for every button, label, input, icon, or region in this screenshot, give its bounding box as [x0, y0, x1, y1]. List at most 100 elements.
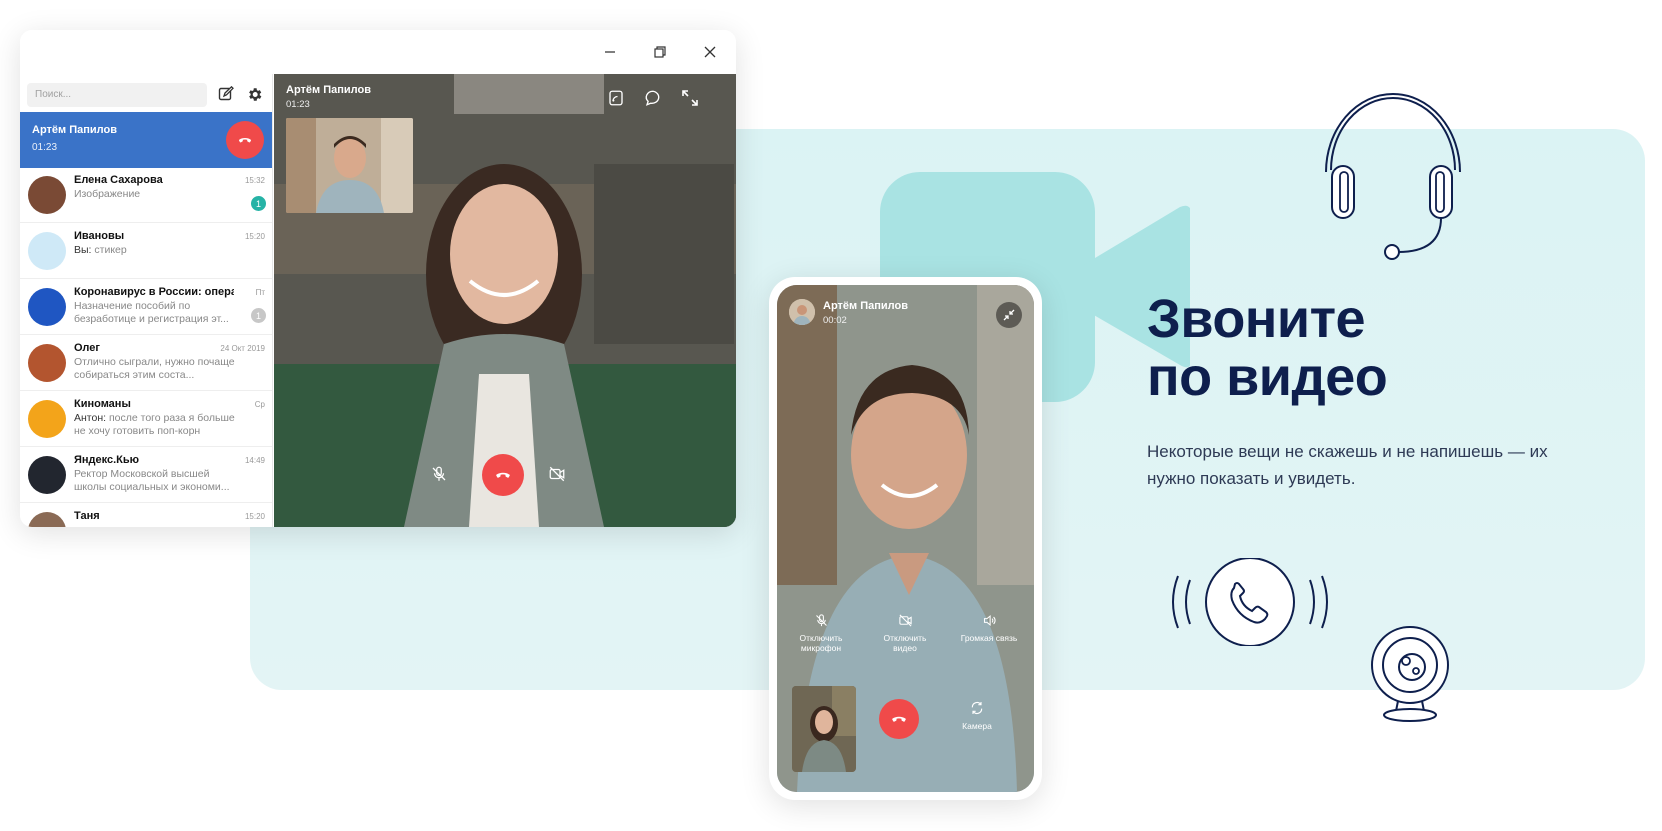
self-video-preview[interactable]: [286, 118, 413, 213]
avatar: [789, 299, 815, 325]
chat-preview-sender: Вы:: [74, 244, 92, 256]
chat-preview-text: Изображение: [74, 188, 141, 200]
video-off-icon: [898, 613, 912, 627]
hangup-icon: [496, 472, 510, 478]
mobile-speaker-label: Громкая связь: [960, 633, 1018, 643]
call-contact-name: Артём Папилов: [286, 84, 371, 96]
mobile-mute-button[interactable]: Отключить микрофон: [791, 609, 851, 653]
video-call-view: Артём Папилов 01:23: [274, 74, 736, 527]
minimize-call-button[interactable]: [996, 302, 1022, 328]
promo-stage: Поиск... Артём Папилов 01:23 Елена Сахар…: [0, 0, 1662, 831]
chat-list-item[interactable]: Ивановы 15:20 Вы: стикер: [20, 224, 272, 279]
close-icon[interactable]: [698, 40, 722, 64]
webcam-icon: [1371, 626, 1449, 722]
hangup-icon: [892, 716, 906, 722]
chat-time: 15:32: [244, 176, 265, 185]
call-duration: 01:23: [286, 99, 310, 110]
maximize-icon[interactable]: [648, 40, 672, 64]
collapse-icon: [1003, 309, 1015, 321]
unread-badge: 1: [251, 308, 266, 323]
mobile-video-off-button[interactable]: Отключить видео: [875, 609, 935, 653]
mobile-hangup-button[interactable]: [879, 699, 919, 739]
chat-preview: Отлично сыграли, нужно почаще собираться…: [74, 356, 239, 382]
mute-microphone-button[interactable]: [426, 461, 452, 487]
window-titlebar: [20, 30, 736, 74]
avatar: [28, 176, 66, 214]
chat-name: Ивановы: [74, 230, 125, 242]
chat-list-item[interactable]: Елена Сахарова 15:32 Изображение 1: [20, 168, 272, 223]
microphone-off-icon: [432, 466, 446, 481]
speaker-icon: [983, 614, 996, 626]
mobile-contact-name: Артём Папилов: [823, 300, 908, 312]
chat-preview-text: стикер: [94, 244, 127, 256]
chat-name: Киноманы: [74, 398, 131, 410]
chat-sidebar: Поиск... Артём Папилов 01:23 Елена Сахар…: [20, 74, 273, 527]
chat-list-item[interactable]: Яндекс.Кью 14:49 Ректор Московской высшей…: [20, 448, 272, 503]
video-hangup-button[interactable]: [482, 454, 524, 496]
promo-headline-line2: по видео: [1147, 347, 1388, 407]
mobile-video-off-label: Отключить видео: [883, 633, 927, 653]
chat-name: Олег: [74, 342, 100, 354]
chat-name: Коронавирус в России: операт...: [74, 286, 234, 298]
chat-preview: Вы: стикер: [74, 244, 239, 257]
mobile-mute-label: Отключить микрофон: [799, 633, 843, 653]
chat-preview-text: Отлично сыграли, нужно почаще собираться…: [74, 356, 235, 381]
headset-icon: [1325, 93, 1461, 260]
chat-list-item[interactable]: Олег 24 Окт 2019 Отлично сыграли, нужно п…: [20, 336, 272, 391]
chat-preview: Антон: после того раза я больше не хочу …: [74, 412, 239, 438]
microphone-off-icon: [815, 613, 827, 626]
chat-time: Пт: [255, 288, 265, 297]
promo-headline: Звоните по видео: [1147, 289, 1388, 407]
unread-badge: 1: [251, 196, 266, 211]
promo-subtitle: Некоторые вещи не скажешь и не напишешь …: [1147, 442, 1548, 488]
avatar: [28, 232, 66, 270]
chat-name: Яндекс.Кью: [74, 454, 140, 466]
mobile-call-duration: 00:02: [823, 315, 847, 326]
switch-camera-icon: [971, 702, 983, 714]
hangup-icon: [238, 138, 252, 143]
hangup-button[interactable]: [226, 121, 264, 159]
chat-preview: Ректор Московской высшей школы социальны…: [74, 468, 239, 494]
active-call-item[interactable]: Артём Папилов 01:23: [20, 112, 272, 168]
avatar: [28, 456, 66, 494]
avatar: [28, 512, 66, 527]
chat-name: Таня: [74, 510, 100, 522]
avatar: [28, 288, 66, 326]
mobile-switch-camera-label: Камера: [962, 721, 992, 731]
avatar: [28, 344, 66, 382]
gear-icon[interactable]: [244, 84, 264, 104]
chat-name: Елена Сахарова: [74, 174, 163, 186]
chat-preview-text: Назначение пособий по безработице и реги…: [74, 300, 229, 325]
chat-preview-text: Ректор Московской высшей школы социальны…: [74, 468, 230, 493]
chat-time: 24 Окт 2019: [220, 344, 265, 353]
avatar: [28, 400, 66, 438]
chat-time: 15:20: [244, 232, 265, 241]
chat-list-item[interactable]: Киноманы Ср Антон: после того раза я больш…: [20, 392, 272, 447]
search-input[interactable]: Поиск...: [27, 83, 207, 107]
chat-preview: Изображение: [74, 188, 239, 201]
mobile-self-video-preview[interactable]: [792, 686, 856, 772]
chat-preview-sender: Антон:: [74, 412, 107, 424]
chat-time: 15:20: [244, 512, 265, 521]
chat-bubble-icon[interactable]: [641, 86, 665, 110]
video-off-icon: [549, 466, 565, 482]
screen-share-icon[interactable]: [604, 86, 628, 110]
mobile-call-screen: Артём Папилов 00:02 Отключить микрофон О…: [777, 285, 1034, 792]
compose-icon[interactable]: [216, 84, 236, 104]
chat-preview: Назначение пособий по безработице и реги…: [74, 300, 239, 326]
chat-list-item[interactable]: Таня 15:20: [20, 504, 272, 527]
active-call-time: 01:23: [32, 142, 58, 153]
chat-list-item[interactable]: Коронавирус в России: операт... Пт Назнач…: [20, 280, 272, 335]
mobile-switch-camera-button[interactable]: Камера: [947, 697, 1007, 731]
fullscreen-icon[interactable]: [678, 86, 702, 110]
minimize-icon[interactable]: [598, 40, 622, 64]
phone-ringing-icon: [1172, 558, 1328, 646]
disable-video-button[interactable]: [544, 461, 570, 487]
mobile-speaker-button[interactable]: Громкая связь: [959, 609, 1019, 643]
promo-headline-line1: Звоните: [1147, 289, 1366, 349]
desktop-messenger-window: Поиск... Артём Папилов 01:23 Елена Сахар…: [20, 30, 736, 527]
chat-time: Ср: [254, 400, 265, 409]
chat-time: 14:49: [244, 456, 265, 465]
mobile-phone-mockup: Артём Папилов 00:02 Отключить микрофон О…: [769, 277, 1042, 800]
active-call-name: Артём Папилов: [32, 124, 117, 136]
